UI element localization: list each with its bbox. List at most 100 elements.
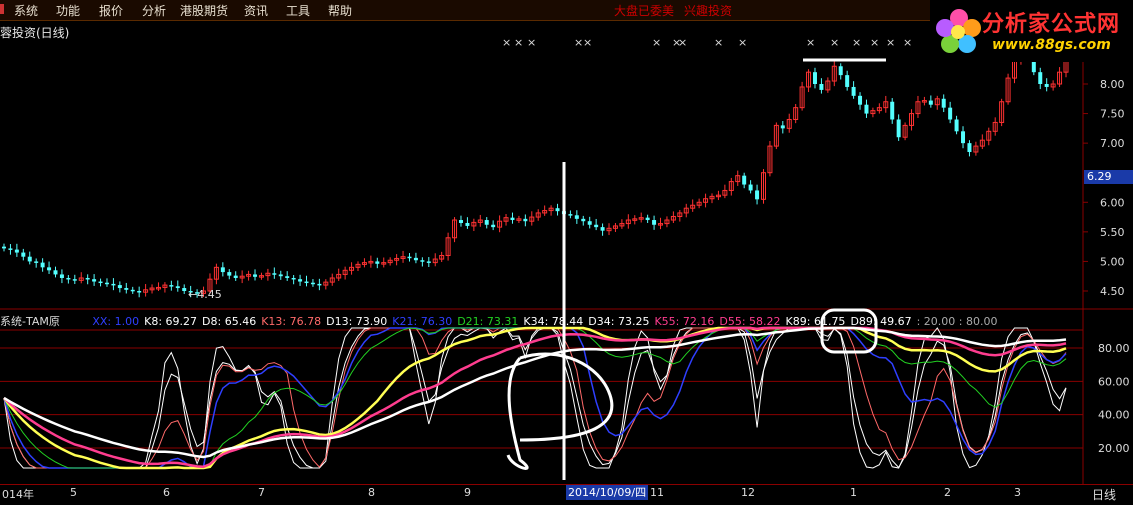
candle-body [310, 282, 315, 285]
period-button[interactable]: 日线 [1092, 486, 1116, 503]
candle-body [291, 277, 296, 280]
indicator-tick-label: 20.00 [1098, 442, 1130, 455]
candle-body [413, 257, 418, 261]
min-price-label: ←4.45 [188, 288, 222, 301]
candle-body [426, 261, 431, 263]
indicator-name: 系统-TAM原 [0, 315, 60, 328]
signal-mark: × [852, 36, 861, 49]
candle-body [954, 119, 959, 132]
candle-body [169, 285, 174, 287]
candle-body [85, 277, 90, 280]
candle-body [851, 86, 856, 96]
signal-marks: × × × × × × ×× × × × × × × × × [502, 36, 912, 49]
candle-body [967, 143, 972, 153]
signal-mark: × [514, 36, 523, 49]
signal-mark: × [527, 36, 536, 49]
time-axis-label: 5 [70, 486, 77, 499]
last-price-tag: 6.29 [1084, 170, 1133, 184]
candle-body [27, 256, 32, 262]
signal-mark: × [652, 36, 661, 49]
candle-body [285, 276, 290, 278]
candle-body [66, 277, 71, 280]
candle-body [594, 224, 599, 228]
candle-body [652, 220, 657, 225]
candle-body [40, 262, 45, 268]
legend-entry: : 20.00 : 80.00 [916, 315, 998, 328]
candle-body [510, 217, 515, 221]
candle-body [278, 274, 283, 277]
candle-body [458, 220, 463, 223]
candle-body [574, 215, 579, 219]
price-tick-label: 5.50 [1100, 226, 1125, 239]
signal-mark: × [714, 36, 723, 49]
candle-body [272, 273, 277, 275]
signal-mark: × [574, 36, 583, 49]
signal-mark: × [583, 36, 592, 49]
site-logo: 分析家公式网 www.88gs.com [930, 0, 1133, 62]
candle-body [812, 72, 817, 84]
candle-body [523, 218, 528, 222]
candle-body [175, 286, 180, 289]
legend-entry: K8: 69.27 [144, 315, 198, 328]
candle-body [645, 217, 650, 221]
indicator-line [3, 326, 1067, 459]
legend-entry: K21: 76.30 [392, 315, 453, 328]
candle-body [1038, 72, 1043, 84]
candle-body [304, 281, 309, 284]
candle-body [130, 289, 135, 292]
logo-title: 分析家公式网 [982, 12, 1121, 37]
legend-entry: K13: 76.78 [261, 315, 322, 328]
candle-body [465, 222, 470, 226]
candle-body [8, 248, 13, 250]
candle-body [838, 66, 843, 76]
candle-body [755, 190, 760, 200]
time-axis-label: 1 [850, 486, 857, 499]
price-axis-ticks: 8.00 7.50 7.00 6.00 5.50 5.00 4.50 [1083, 78, 1125, 298]
price-tick-label: 4.50 [1100, 285, 1125, 298]
candle-body [742, 175, 747, 185]
signal-mark: × [678, 36, 687, 49]
price-tick-label: 7.00 [1100, 137, 1125, 150]
candle-body [484, 220, 489, 225]
candle-body [2, 246, 6, 249]
candle-body [317, 283, 322, 286]
logo-url: www.88gs.com [992, 37, 1111, 53]
candlestick-series [2, 43, 1069, 298]
candle-body [53, 270, 58, 275]
annotation-circle-left [506, 352, 614, 470]
time-axis-label: 7 [258, 486, 265, 499]
annotations [506, 58, 886, 480]
candle-body [961, 131, 966, 144]
time-axis-label: 12 [741, 486, 755, 499]
signal-mark: × [886, 36, 895, 49]
flower-icon [936, 9, 981, 53]
candle-body [111, 283, 116, 286]
candle-body [568, 214, 573, 216]
candle-body [98, 281, 103, 284]
candle-body [858, 95, 863, 105]
legend-entry: K34: 78.44 [523, 315, 584, 328]
legend-entry: D89: 49.67 [850, 315, 912, 328]
candle-body [21, 252, 26, 257]
signal-mark: × [830, 36, 839, 49]
candle-body [780, 125, 785, 129]
candle-body [298, 279, 303, 282]
candle-body [1044, 84, 1049, 87]
indicator-tick-label: 80.00 [1098, 342, 1130, 355]
signal-mark: × [870, 36, 879, 49]
stock-chart[interactable]: 8.00 7.50 7.00 6.00 5.50 5.00 4.50 80.00 60.00 4… [0, 0, 1133, 504]
candle-body [748, 184, 753, 191]
legend-entry: XX: 1.00 [92, 315, 140, 328]
price-tick-label: 7.50 [1100, 108, 1125, 121]
candle-body [137, 291, 142, 293]
time-axis-label: 6 [163, 486, 170, 499]
candle-body [941, 98, 946, 108]
candle-body [890, 101, 895, 120]
time-axis-label: 3 [1014, 486, 1021, 499]
time-axis-label: 014年 [2, 488, 34, 501]
time-axis-label: 11 [650, 486, 664, 499]
candle-body [72, 279, 77, 281]
candle-body [948, 107, 953, 120]
candle-body [581, 218, 586, 222]
candle-body [47, 267, 52, 271]
